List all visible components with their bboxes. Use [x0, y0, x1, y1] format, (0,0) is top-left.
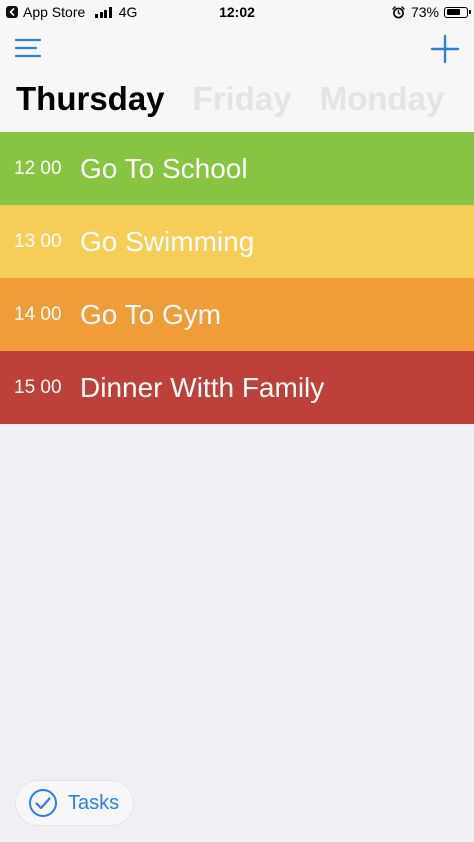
- task-title: Go Swimming: [80, 225, 255, 257]
- checkmark-circle-icon: [29, 789, 57, 817]
- task-title: Dinner Witth Family: [80, 371, 325, 403]
- menu-button[interactable]: [14, 36, 44, 60]
- tasks-label: Tasks: [68, 791, 120, 814]
- status-bar: App Store 4G 12:02 73%: [0, 0, 474, 24]
- task-list: 12 00 Go To School 13 00 Go Swimming 14 …: [0, 132, 474, 424]
- task-time: 12 00: [14, 157, 62, 179]
- alarm-icon: [392, 5, 405, 19]
- tasks-button[interactable]: Tasks: [15, 780, 135, 826]
- day-tabs: Thursday Friday Monday: [16, 80, 472, 118]
- task-row-gym[interactable]: 14 00 Go To Gym: [0, 278, 474, 351]
- day-tab-thursday[interactable]: Thursday: [16, 80, 165, 118]
- task-row-dinner[interactable]: 15 00 Dinner Witth Family: [0, 351, 474, 424]
- hamburger-menu-icon: [14, 38, 42, 58]
- plus-icon: [430, 34, 460, 64]
- add-task-button[interactable]: [430, 34, 460, 64]
- task-title: Go To School: [80, 152, 248, 184]
- day-tab-monday[interactable]: Monday: [320, 80, 445, 118]
- task-title: Go To Gym: [80, 298, 222, 330]
- task-row-swimming[interactable]: 13 00 Go Swimming: [0, 205, 474, 278]
- task-time: 15 00: [14, 376, 62, 398]
- battery-percent: 73%: [410, 4, 439, 20]
- status-right: 73%: [392, 4, 471, 20]
- battery-fill: [446, 9, 460, 15]
- header-area: App Store 4G 12:02 73% Thursday Friday M…: [0, 0, 474, 132]
- day-tab-friday[interactable]: Friday: [193, 80, 292, 118]
- battery-icon: [444, 6, 471, 18]
- task-row-school[interactable]: 12 00 Go To School: [0, 132, 474, 205]
- task-time: 14 00: [14, 303, 62, 325]
- task-time: 13 00: [14, 230, 62, 252]
